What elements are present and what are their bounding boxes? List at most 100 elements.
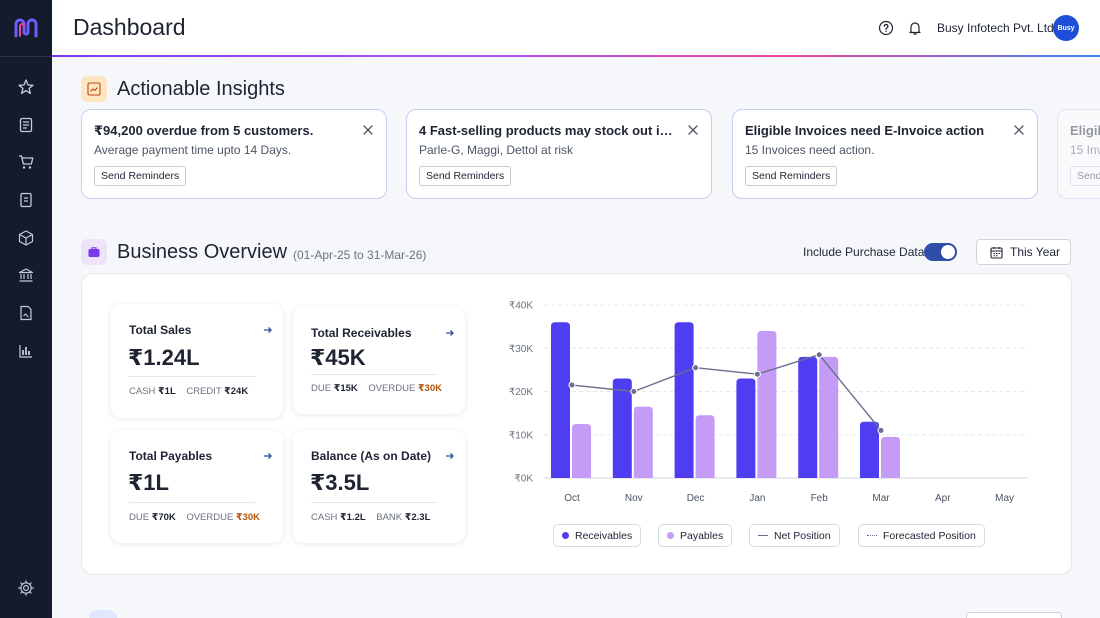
x-tick-label: Nov (625, 493, 643, 504)
settings-icon[interactable] (17, 579, 35, 597)
legend-net-position[interactable]: Net Position (749, 524, 840, 547)
stat-divider (129, 502, 255, 503)
stat-title: Balance (As on Date) (311, 449, 432, 463)
bar-payables (572, 423, 591, 478)
calendar-icon (990, 247, 1003, 259)
insight-title: Eligible Invoices need E-Invoice action (745, 123, 985, 138)
top-header: Dashboard Busy Infotech Pvt. Ltd. Busy (52, 0, 1100, 56)
insight-description: 15 Invoices need action. (745, 143, 875, 157)
include-purchase-toggle[interactable] (924, 243, 957, 261)
document-icon[interactable] (17, 304, 35, 322)
net-position-point (692, 364, 700, 372)
ledger-icon[interactable] (17, 116, 35, 134)
insight-card[interactable]: 4 Fast-selling products may stock out in… (406, 109, 712, 199)
bar-payables (757, 330, 777, 478)
stat-card-total-payables[interactable]: Total Payables ₹1L DUE ₹70K OVERDUE ₹30K (111, 430, 283, 543)
insight-card[interactable]: Eligible Invoices need E-Invoice action … (732, 109, 1038, 199)
x-tick-label: Dec (687, 493, 705, 504)
bar-payables (633, 406, 653, 478)
toggle-knob (941, 245, 955, 259)
y-tick-label: ₹10K (509, 430, 533, 441)
bank-icon[interactable] (17, 266, 35, 284)
legend-dot (667, 532, 674, 539)
include-purchase-label: Include Purchase Data (803, 245, 925, 259)
bar-receivables (612, 378, 632, 478)
close-icon[interactable] (362, 124, 374, 136)
legend-receivables[interactable]: Receivables (553, 524, 642, 547)
insight-title: 4 Fast-selling products may stock out in… (419, 123, 679, 138)
stat-card-balance[interactable]: Balance (As on Date) ₹3.5L CASH ₹1.2L BA… (293, 430, 465, 543)
stat-divider (311, 502, 437, 503)
busy-logo[interactable] (13, 17, 39, 39)
insight-title: Eligible Invoices need E-Invoice action (1070, 123, 1100, 138)
sidebar-divider (0, 56, 52, 57)
insight-title: ₹94,200 overdue from 5 customers. (94, 123, 314, 138)
this-year-button[interactable]: This Year (976, 239, 1071, 265)
stat-value: ₹3.5L (310, 470, 370, 495)
insight-description: Parle-G, Maggi, Dettol at risk (419, 143, 574, 157)
stat-breakdown: CASH ₹1.2L BANK ₹2.3L (311, 512, 431, 523)
x-tick-label: Apr (935, 493, 951, 504)
insight-card[interactable]: ₹94,200 overdue from 5 customers. Averag… (81, 109, 387, 199)
briefcase-icon (81, 239, 107, 265)
net-position-point (568, 381, 576, 389)
overview-title: Business Overview (117, 241, 288, 263)
arrow-right-icon[interactable] (445, 451, 455, 461)
legend-line (758, 535, 768, 536)
close-icon[interactable] (1013, 124, 1025, 136)
legend-payables[interactable]: Payables (658, 524, 733, 547)
bar-receivables (674, 322, 694, 478)
x-tick-label: Mar (872, 493, 890, 504)
arrow-right-icon[interactable] (445, 328, 455, 338)
overview-period: (01-Apr-25 to 31-Mar-26) (293, 248, 427, 262)
stat-title: Total Sales (129, 323, 192, 337)
x-tick-label: Jan (749, 493, 765, 504)
bar-receivables (860, 421, 879, 478)
insight-card[interactable]: Eligible Invoices need E-Invoice action … (1057, 109, 1100, 199)
company-name[interactable]: Busy Infotech Pvt. Ltd. (937, 21, 1057, 35)
stat-breakdown: CASH ₹1L CREDIT ₹24K (129, 386, 249, 397)
avatar[interactable]: Busy (1053, 15, 1079, 41)
x-tick-label: May (995, 493, 1014, 504)
arrow-right-icon[interactable] (263, 325, 273, 335)
bar-payables (881, 436, 900, 478)
send-reminders-button[interactable]: Send Reminders (419, 166, 512, 186)
next-section-button[interactable] (966, 612, 1062, 618)
stat-value: ₹1.24L (128, 345, 200, 370)
close-icon[interactable] (687, 124, 699, 136)
box-icon[interactable] (17, 229, 35, 247)
bar-receivables (736, 378, 756, 478)
send-reminders-button[interactable]: Send Reminders (1070, 166, 1100, 186)
y-tick-label: ₹30K (509, 344, 533, 355)
send-reminders-button[interactable]: Send Reminders (94, 166, 187, 186)
stat-card-total-sales[interactable]: Total Sales ₹1.24L CASH ₹1L CREDIT ₹24K (111, 304, 283, 418)
net-position-point (630, 388, 638, 395)
invoice-icon[interactable] (17, 191, 35, 209)
legend-forecasted-position[interactable]: Forecasted Position (858, 524, 985, 547)
stat-title: Total Receivables (311, 326, 412, 340)
help-icon[interactable] (878, 20, 894, 36)
bar-chart-icon[interactable] (17, 342, 35, 360)
bar-receivables (798, 356, 818, 478)
stat-breakdown: DUE ₹70K OVERDUE ₹30K (129, 512, 260, 523)
legend-dotted-line (867, 535, 877, 536)
next-section-icon (89, 610, 117, 618)
x-tick-label: Feb (811, 493, 829, 504)
bar-receivables (551, 322, 570, 478)
x-tick-label: Oct (564, 493, 580, 504)
stat-card-total-receivables[interactable]: Total Receivables ₹45K DUE ₹15K OVERDUE … (293, 307, 465, 414)
send-reminders-button[interactable]: Send Reminders (745, 166, 838, 186)
this-year-label: This Year (1010, 245, 1061, 259)
stat-divider (129, 376, 255, 377)
stat-breakdown: DUE ₹15K OVERDUE ₹30K (311, 383, 442, 394)
bar-payables (695, 415, 715, 478)
arrow-right-icon[interactable] (263, 451, 273, 461)
notification-bell-icon[interactable] (907, 20, 923, 36)
star-icon[interactable] (17, 78, 35, 96)
cart-icon[interactable] (17, 153, 35, 171)
y-tick-label: ₹40K (509, 301, 533, 312)
insights-title: Actionable Insights (117, 78, 285, 100)
stat-divider (311, 374, 437, 375)
stat-value: ₹1L (128, 470, 169, 495)
header-accent-line (52, 55, 1100, 57)
